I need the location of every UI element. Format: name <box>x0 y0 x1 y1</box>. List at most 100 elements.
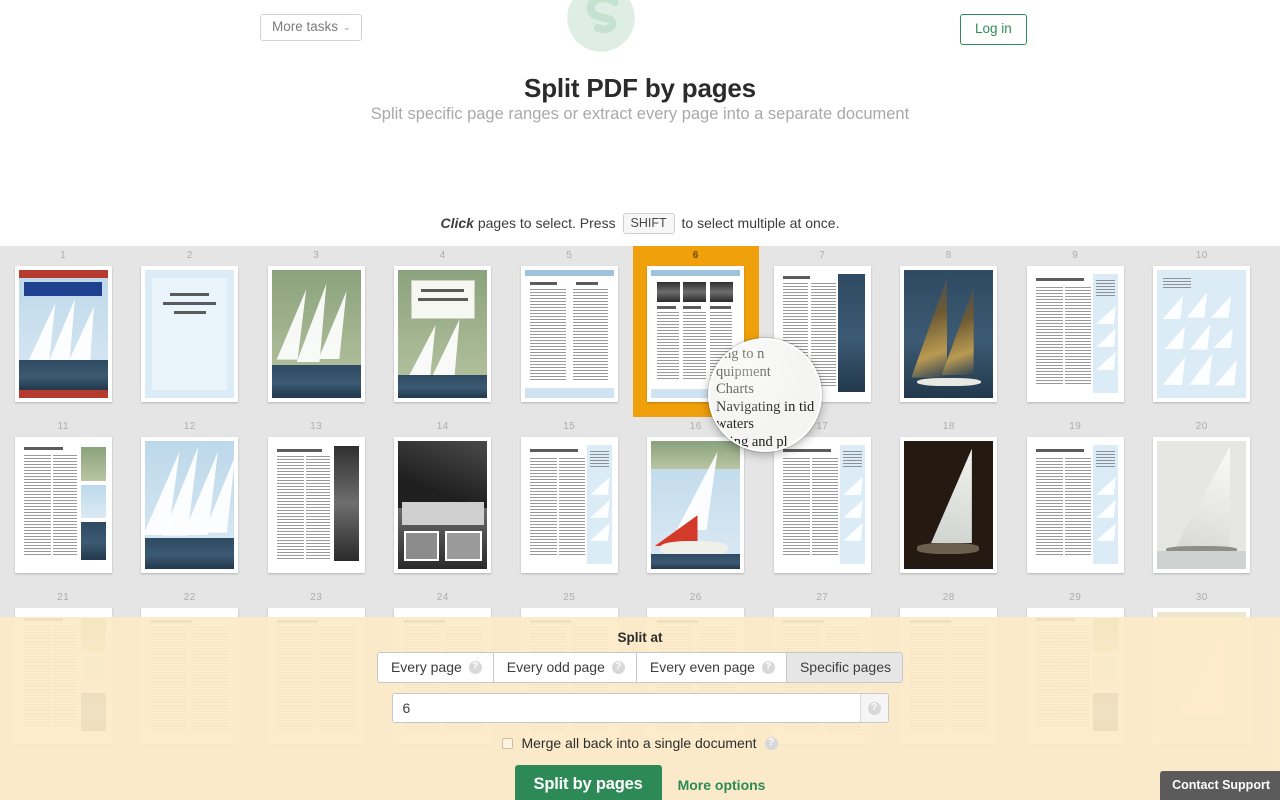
page-thumbnail-image[interactable] <box>900 437 998 573</box>
page-thumbnail-12[interactable]: 12 <box>127 417 254 588</box>
help-icon[interactable]: ? <box>761 660 775 674</box>
more-tasks-label: More tasks <box>272 19 339 34</box>
page-number-label: 7 <box>819 250 826 261</box>
split-mode-tab-every-even-page[interactable]: Every even page? <box>635 652 786 683</box>
page-subtitle: Split specific page ranges or extract ev… <box>370 105 910 123</box>
split-pdf-page: More tasks ⌄ Log in Split PDF by pages S… <box>0 0 1280 800</box>
page-thumbnail-18[interactable]: 18 <box>886 417 1013 588</box>
page-number-label: 3 <box>313 250 320 261</box>
page-thumbnail-image[interactable] <box>14 266 112 402</box>
thumbnail-row: 1 2 3 4 5 6 7 8 9 10 <box>0 246 1280 417</box>
page-number-label: 16 <box>689 421 702 432</box>
page-thumbnail-9[interactable]: 9 <box>1012 246 1139 417</box>
page-header: More tasks ⌄ Log in Split PDF by pages S… <box>0 0 1280 234</box>
chevron-down-icon: ⌄ <box>343 22 351 33</box>
page-thumbnail-image[interactable] <box>14 437 112 573</box>
page-number-label: 29 <box>1069 592 1082 603</box>
page-number-label: 22 <box>183 592 196 603</box>
page-number-label: 13 <box>310 421 323 432</box>
page-thumbnail-1[interactable]: 1 <box>0 246 127 417</box>
page-thumbnail-image[interactable] <box>1026 437 1124 573</box>
page-thumbnail-2[interactable]: 2 <box>127 246 254 417</box>
split-mode-tab-every-page[interactable]: Every page? <box>376 652 493 683</box>
page-thumbnail-13[interactable]: 13 <box>253 417 380 588</box>
page-number-label: 1 <box>60 250 67 261</box>
page-number-label: 18 <box>942 421 955 432</box>
page-number-label: 8 <box>945 250 952 261</box>
split-at-label: Split at <box>617 630 663 645</box>
page-number-label: 11 <box>57 421 69 432</box>
page-thumbnail-14[interactable]: 14 <box>380 417 507 588</box>
help-icon[interactable]: ? <box>468 660 482 674</box>
split-by-pages-button[interactable]: Split by pages <box>514 765 662 800</box>
pages-input-help-button[interactable]: ? <box>859 694 888 722</box>
page-number-label: 4 <box>439 250 446 261</box>
page-thumbnail-15[interactable]: 15 <box>506 417 633 588</box>
merge-checkbox[interactable] <box>502 737 514 749</box>
thumbnail-row: 11 12 13 14 15 16 17 18 19 20 <box>0 417 1280 588</box>
page-number-label: 25 <box>563 592 576 603</box>
page-thumbnail-8[interactable]: 8 <box>886 246 1013 417</box>
page-thumbnail-3[interactable]: 3 <box>253 246 380 417</box>
more-tasks-button[interactable]: More tasks ⌄ <box>260 14 362 41</box>
split-options-panel: Split at Every page? Every odd page? Every… <box>0 617 1280 800</box>
page-thumbnail-image[interactable] <box>394 437 492 573</box>
pages-input-row: ? <box>0 693 1280 723</box>
page-thumbnail-20[interactable]: 20 <box>1139 417 1266 588</box>
page-thumbnail-4[interactable]: 4 <box>380 246 507 417</box>
page-thumbnail-10[interactable]: 10 <box>1139 246 1266 417</box>
page-thumbnail-image[interactable] <box>520 437 618 573</box>
page-number-label: 23 <box>310 592 323 603</box>
specific-pages-input[interactable] <box>392 694 860 722</box>
page-thumbnail-image[interactable] <box>1153 266 1251 402</box>
page-number-label: 15 <box>563 421 576 432</box>
page-thumbnail-image[interactable] <box>267 266 365 402</box>
page-number-label: 10 <box>1195 250 1208 261</box>
selection-hint: Click pages to select. Press SHIFT to se… <box>0 213 1280 234</box>
page-thumbnail-image[interactable] <box>773 437 871 573</box>
tab-label: Every odd page <box>506 659 605 675</box>
login-button[interactable]: Log in <box>960 14 1027 46</box>
action-row: Split by pages More options <box>0 765 1280 800</box>
page-number-label: 24 <box>436 592 449 603</box>
page-number-label: 27 <box>816 592 829 603</box>
page-thumbnail-image[interactable] <box>520 266 618 402</box>
page-thumbnail-5[interactable]: 5 <box>506 246 633 417</box>
merge-option-row[interactable]: Merge all back into a single document ? <box>0 735 1280 751</box>
page-thumbnail-19[interactable]: 19 <box>1012 417 1139 588</box>
page-number-label: 30 <box>1195 592 1208 603</box>
contact-support-button[interactable]: Contact Support <box>1160 771 1280 800</box>
magnifier-line: ting to n <box>716 346 765 362</box>
more-options-link[interactable]: More options <box>678 777 766 793</box>
split-mode-tab-specific-pages[interactable]: Specific pages <box>785 652 904 683</box>
page-title: Split PDF by pages <box>524 73 756 103</box>
page-number-label: 14 <box>436 421 449 432</box>
page-thumbnail-image[interactable] <box>141 266 239 402</box>
page-thumbnail-image[interactable] <box>1153 437 1251 573</box>
magnifier-line: quipment <box>716 363 771 380</box>
pages-input-wrapper[interactable]: ? <box>391 693 889 723</box>
page-thumbnail-image[interactable] <box>900 266 998 402</box>
page-thumbnail-image[interactable] <box>267 437 365 573</box>
merge-label: Merge all back into a single document <box>521 735 757 751</box>
magnifier-text: ting to n quipment Charts Navigating in tid… <box>716 346 820 450</box>
page-thumbnail-11[interactable]: 11 <box>0 417 127 588</box>
tab-label: Every even page <box>649 659 755 675</box>
sejda-s-logo-icon <box>565 0 637 54</box>
magnifier-line: Navigating in tid <box>716 398 815 415</box>
page-thumbnail-image[interactable] <box>141 437 239 573</box>
help-icon[interactable]: ? <box>611 660 625 674</box>
merge-help-icon[interactable]: ? <box>764 736 778 750</box>
shift-key-badge: SHIFT <box>622 213 675 234</box>
page-preview-magnifier: ting to n quipment Charts Navigating in tid… <box>708 338 822 452</box>
magnifier-line: aping and pl <box>716 433 788 450</box>
page-number-label: 12 <box>183 421 196 432</box>
login-label: Log in <box>975 21 1012 36</box>
hint-text-after: to select multiple at once. <box>677 215 840 231</box>
page-thumbnail-image[interactable] <box>1026 266 1124 402</box>
page-thumbnail-image[interactable] <box>647 437 745 573</box>
page-thumbnail-image[interactable] <box>394 266 492 402</box>
split-mode-tabs[interactable]: Every page? Every odd page? Every even pag… <box>0 652 1280 683</box>
split-mode-tab-every-odd-page[interactable]: Every odd page? <box>492 652 636 683</box>
tab-label: Specific pages <box>799 659 892 675</box>
